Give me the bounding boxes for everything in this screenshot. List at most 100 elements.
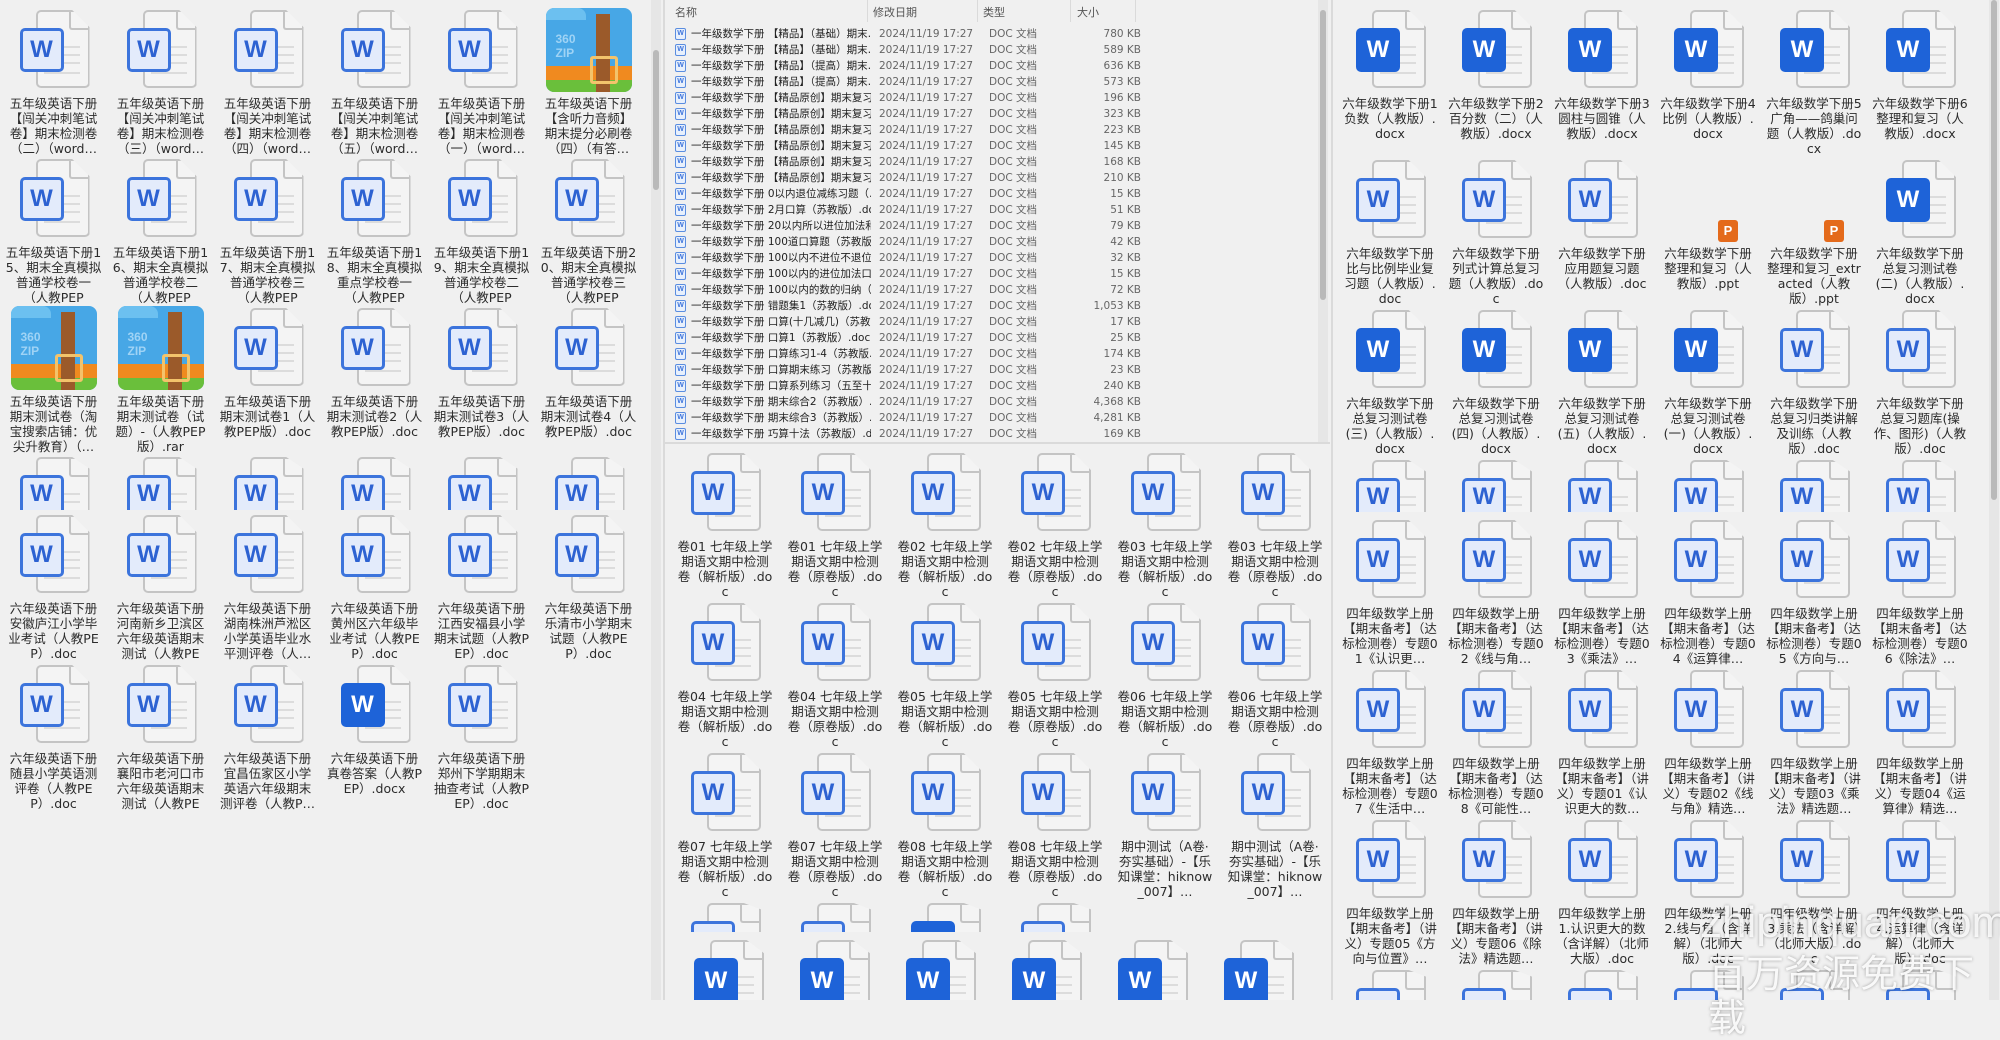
file-item[interactable]: W — [321, 457, 428, 510]
file-item[interactable]: W 六年级英语下册随县小学英语测评卷（人教PEP）.doc — [0, 665, 107, 815]
list-row[interactable]: W 一年级数学下册 期末综合3（苏教版）.… 2024/11/19 17:27 DOC… — [671, 410, 1311, 426]
file-item[interactable]: W — [1655, 460, 1761, 512]
file-item[interactable] — [1000, 903, 1110, 932]
file-item[interactable]: W 卷01 七年级上学期语文期中检测卷（原卷版）.doc — [780, 453, 890, 603]
list-row[interactable]: W 一年级数学下册 100以内不进位不退位… 2024/11/19 17:27 DOC… — [671, 250, 1311, 266]
column-header-date[interactable]: 修改日期 — [873, 4, 917, 20]
file-item[interactable]: W 期中测试（A卷·夯实基础）-【乐知课堂：hiknow_007】… — [1220, 753, 1330, 903]
file-item[interactable]: W 卷05 七年级上学期语文期中检测卷（解析版）.doc — [890, 603, 1000, 753]
file-item[interactable]: W 卷06 七年级上学期语文期中检测卷（原卷版）.doc — [1220, 603, 1330, 753]
column-header-size[interactable]: 大小 — [1077, 4, 1099, 20]
list-scrollbar-thumb[interactable] — [1320, 10, 1326, 300]
file-item[interactable]: W 卷08 七年级上学期语文期中检测卷（原卷版）.doc — [1000, 753, 1110, 903]
file-item[interactable]: W 五年级英语下册20、期末全真模拟普通学校卷三（人教PEP版）… — [535, 159, 642, 309]
header-separator-2[interactable] — [977, 0, 978, 22]
file-item[interactable]: W 五年级英语下册【闯关冲刺笔试卷】期末检测卷（一）（word… — [428, 10, 535, 160]
file-item[interactable]: W 五年级英语下册19、期末全真模拟普通学校卷二（人教PEP版）… — [428, 159, 535, 309]
file-item[interactable]: W 五年级英语下册15、期末全真模拟普通学校卷一（人教PEP版）… — [0, 159, 107, 309]
file-item[interactable]: W 六年级数学下册总复习测试卷(五)（人教版）.docx — [1549, 310, 1655, 460]
list-row[interactable]: W 一年级数学下册 【精品原创】期末复习… 2024/11/19 17:27 DOC … — [671, 170, 1311, 186]
file-item[interactable]: W 四年级数学上册【期末备考】（达标检测卷）专题07《生活中… — [1337, 670, 1443, 820]
file-item[interactable] — [670, 903, 780, 932]
file-item[interactable]: W 六年级数学下册总复习测试卷(三)（人教版）.docx — [1337, 310, 1443, 460]
file-item[interactable]: W 六年级英语下册黄州区六年级毕业考试（人教PEP）.doc — [321, 515, 428, 665]
file-item[interactable] — [1549, 970, 1655, 1000]
file-item[interactable]: P 六年级数学下册整理和复习_extracted（人教版）.ppt — [1761, 160, 1867, 310]
file-item[interactable]: W 六年级数学下册1 负数（人教版）.docx — [1337, 10, 1443, 160]
list-row[interactable]: W 一年级数学下册 【精品】（基础）期末… 2024/11/19 17:27 DOC … — [671, 26, 1311, 42]
file-item[interactable]: W 四年级数学上册【期末备考】（讲义）专题04《运算律》精选… — [1867, 670, 1973, 820]
file-item[interactable]: 360 ZIP 五年级英语下册期末测试卷（淘宝搜索店铺：优尖升教育）（… — [0, 306, 107, 458]
file-item[interactable]: W 四年级数学上册【期末备考】（达标检测卷）专题08《可能性… — [1443, 670, 1549, 820]
list-row[interactable]: W 一年级数学下册 0以内退位减练习题（… 2024/11/19 17:27 DOC … — [671, 186, 1311, 202]
file-item[interactable]: P 六年级数学下册整理和复习（人教版）.ppt — [1655, 160, 1761, 310]
file-item[interactable]: W 六年级英语下册襄阳市老河口市六年级英语期末测试（人教PEP… — [107, 665, 214, 815]
list-row[interactable]: W 一年级数学下册 口算(十几减几)（苏教… 2024/11/19 17:27 DOC… — [671, 314, 1311, 330]
list-row[interactable]: W 一年级数学下册 2月口算（苏教版）.doc 2024/11/19 17:27 DO… — [671, 202, 1311, 218]
file-item[interactable]: W 五年级英语下册18、期末全真模拟重点学校卷一（人教PEP版）… — [321, 159, 428, 309]
column-header-name[interactable]: 名称 — [675, 4, 697, 20]
file-item[interactable]: W 六年级英语下册宜昌伍家区小学英语六年级期末测评卷（人教P… — [214, 665, 321, 815]
file-item[interactable]: W — [1549, 460, 1655, 512]
file-item[interactable]: W 五年级英语下册期末测试卷3（人教PEP版）.doc — [428, 308, 535, 458]
file-item[interactable]: W 四年级数学上册【期末备考】（讲义）专题01《认识更大的数… — [1549, 670, 1655, 820]
file-item[interactable]: W 卷02 七年级上学期语文期中检测卷（解析版）.doc — [890, 453, 1000, 603]
file-item[interactable]: W 卷08 七年级上学期语文期中检测卷（解析版）.doc — [890, 753, 1000, 903]
file-item[interactable]: W 四年级数学上册【期末备考】（讲义）专题06《除法》精选题… — [1443, 820, 1549, 970]
file-item[interactable]: W 五年级英语下册期末测试卷1（人教PEP版）.doc — [214, 308, 321, 458]
file-item[interactable]: W 六年级英语下册河南新乡卫滨区六年级英语期末测试（人教PEP… — [107, 515, 214, 665]
file-item[interactable]: W — [1099, 940, 1205, 1000]
file-item[interactable]: W — [1443, 460, 1549, 512]
file-item[interactable]: W 六年级数学下册总复习测试卷(四)（人教版）.docx — [1443, 310, 1549, 460]
file-item[interactable]: W 四年级数学上册【期末备考】（达标检测卷）专题02《线与角… — [1443, 520, 1549, 670]
file-item[interactable] — [1443, 970, 1549, 1000]
file-item[interactable]: W — [1761, 460, 1867, 512]
file-item[interactable]: W — [535, 457, 642, 510]
file-item[interactable]: W 六年级数学下册总复习测试卷(一)（人教版）.docx — [1655, 310, 1761, 460]
file-item[interactable]: W 六年级数学下册总复习测试卷(二)（人教版）.docx — [1867, 160, 1973, 310]
file-item[interactable] — [1337, 970, 1443, 1000]
list-row[interactable]: W 一年级数学下册 【精品】（提高）期末… 2024/11/19 17:27 DOC … — [671, 74, 1311, 90]
file-item[interactable]: W 卷07 七年级上学期语文期中检测卷（原卷版）.doc — [780, 753, 890, 903]
list-row[interactable]: W 一年级数学下册 巧算十法（苏教版）.doc 2024/11/19 17:27 DO… — [671, 426, 1311, 442]
file-item[interactable]: W 四年级数学上册【期末备考】（讲义）专题03《乘法》精选题… — [1761, 670, 1867, 820]
file-item[interactable]: W 四年级数学上册【期末备考】（达标检测卷）专题05《方向与… — [1761, 520, 1867, 670]
file-item[interactable]: W 六年级数学下册5 广角——鸽巢问题（人教版）.docx — [1761, 10, 1867, 160]
list-row[interactable]: W 一年级数学下册 【精品】（基础）期末… 2024/11/19 17:27 DOC … — [671, 42, 1311, 58]
file-item[interactable]: W — [1337, 460, 1443, 512]
file-item[interactable]: 360 ZIP 五年级英语下册【含听力音频】期末提分必刷卷（四）（有答… — [535, 8, 642, 160]
list-row[interactable]: W 一年级数学下册 口算1（苏教版）.doc 2024/11/19 17:27 DOC… — [671, 330, 1311, 346]
header-separator-4[interactable] — [1135, 0, 1136, 22]
file-item[interactable]: W 六年级数学下册比与比例毕业复习题（人教版）.doc — [1337, 160, 1443, 310]
file-item[interactable]: W — [1205, 940, 1311, 1000]
file-item[interactable]: W 六年级英语下册郑州下学期期末抽查考试（人教PEP）.doc — [428, 665, 535, 815]
file-item[interactable]: W 六年级英语下册湖南株洲芦淞区小学英语毕业水平测评卷（人… — [214, 515, 321, 665]
file-item[interactable]: W 六年级数学下册3 圆柱与圆锥（人教版）.docx — [1549, 10, 1655, 160]
column-header-type[interactable]: 类型 — [983, 4, 1005, 20]
file-item[interactable]: W — [887, 940, 993, 1000]
file-item[interactable]: W 四年级数学上册【期末备考】（达标检测卷）专题04《运算律… — [1655, 520, 1761, 670]
list-row[interactable]: W 一年级数学下册 100以内的进位加法口… 2024/11/19 17:27 DOC… — [671, 266, 1311, 282]
file-item[interactable]: W 五年级英语下册【闯关冲刺笔试卷】期末检测卷（五）（word… — [321, 10, 428, 160]
file-item[interactable]: W 卷03 七年级上学期语文期中检测卷（解析版）.doc — [1110, 453, 1220, 603]
left-scrollbar[interactable] — [651, 0, 661, 1000]
list-row[interactable]: W 一年级数学下册 【精品原创】期末复习… 2024/11/19 17:27 DOC … — [671, 122, 1311, 138]
left-scrollbar-thumb[interactable] — [653, 50, 659, 190]
list-scrollbar[interactable] — [1318, 0, 1328, 442]
file-item[interactable]: W 五年级英语下册【闯关冲刺笔试卷】期末检测卷（二）（word… — [0, 10, 107, 160]
list-row[interactable]: W 一年级数学下册 错题集1（苏教版）.doc 2024/11/19 17:27 DO… — [671, 298, 1311, 314]
file-item[interactable]: W 卷04 七年级上学期语文期中检测卷（解析版）.doc — [670, 603, 780, 753]
file-item[interactable]: W 四年级数学上册1.认识更大的数（含详解）（北师大版）.doc — [1549, 820, 1655, 970]
file-item[interactable]: W — [107, 457, 214, 510]
list-row[interactable]: W 一年级数学下册 口算练习1-4（苏教版… 2024/11/19 17:27 DOC… — [671, 346, 1311, 362]
file-item[interactable]: W 四年级数学上册【期末备考】（讲义）专题05《方向与位置》… — [1337, 820, 1443, 970]
file-item[interactable]: W 六年级数学下册总复习归类讲解及训练（人教版）.doc — [1761, 310, 1867, 460]
file-item[interactable]: W — [428, 457, 535, 510]
file-item[interactable]: W 四年级数学上册【期末备考】（达标检测卷）专题01《认识更… — [1337, 520, 1443, 670]
file-item[interactable]: W 六年级英语下册真卷答案（人教PEP）.docx — [321, 665, 428, 815]
list-row[interactable]: W 一年级数学下册 口算期末练习（苏教版… 2024/11/19 17:27 DOC … — [671, 362, 1311, 378]
file-item[interactable] — [890, 903, 1000, 932]
file-item[interactable]: W 卷07 七年级上学期语文期中检测卷（解析版）.doc — [670, 753, 780, 903]
file-item[interactable]: W — [1867, 460, 1973, 512]
list-row[interactable]: W 一年级数学下册 【精品原创】期末复习… 2024/11/19 17:27 DOC … — [671, 90, 1311, 106]
